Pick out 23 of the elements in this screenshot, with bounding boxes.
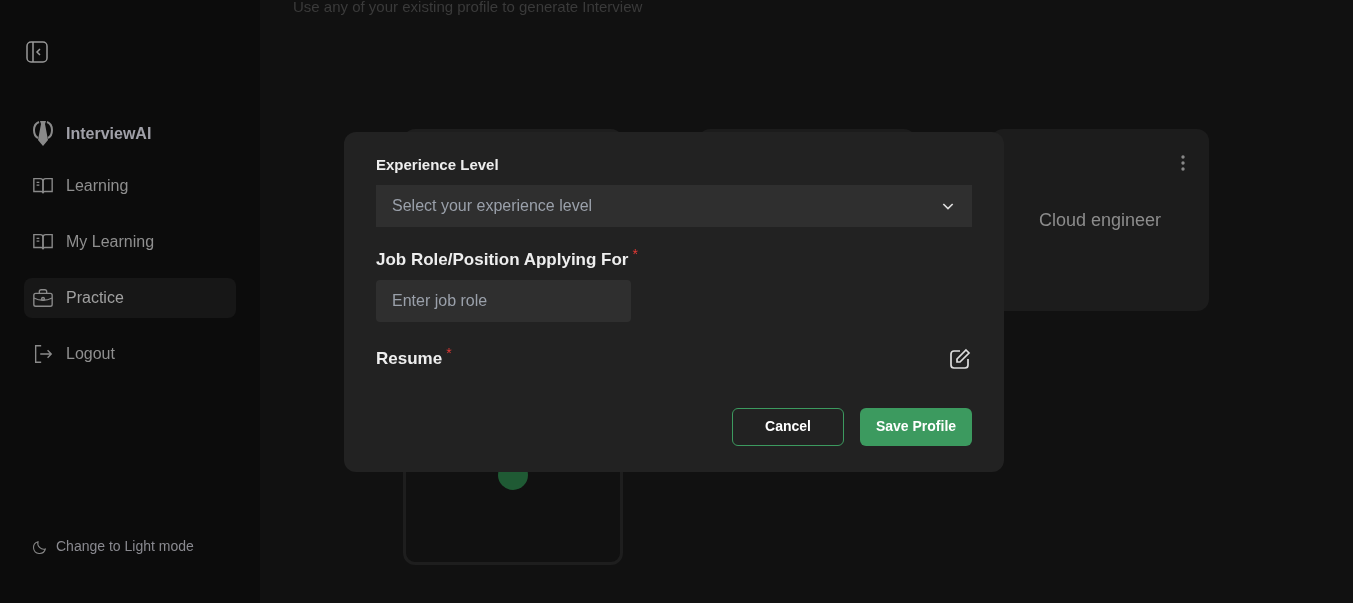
field-label: Job Role/Position Applying For	[376, 248, 629, 271]
required-mark: *	[632, 246, 638, 261]
logout-icon	[32, 343, 54, 365]
edit-icon[interactable]	[948, 346, 972, 371]
brand-name: InterviewAI	[66, 124, 152, 144]
more-icon[interactable]	[1181, 154, 1185, 171]
field-label: Experience Level	[376, 155, 499, 175]
sidebar-item[interactable]: My Learning	[24, 222, 236, 262]
profile-title: Cloud engineer	[1038, 208, 1162, 232]
save-button[interactable]: Save Profile	[860, 407, 972, 446]
job-role-field[interactable]: Enter job role	[376, 280, 631, 322]
briefcase-icon	[32, 287, 54, 309]
moon-icon	[32, 538, 48, 555]
sidebar-item[interactable]: Logout	[24, 334, 236, 374]
required-mark: *	[446, 346, 452, 360]
cancel-button[interactable]: Cancel	[732, 407, 844, 446]
sidebar-toggle-icon[interactable]	[25, 40, 49, 64]
sidebar-item[interactable]: Learning	[24, 166, 236, 206]
sidebar-item[interactable]: Practice	[24, 278, 236, 318]
logo-icon	[32, 120, 54, 148]
experience-select[interactable]: Select your experience level	[376, 184, 972, 227]
theme-toggle[interactable]: Change to Light mode	[56, 536, 194, 557]
field-label: Resume	[376, 348, 443, 370]
